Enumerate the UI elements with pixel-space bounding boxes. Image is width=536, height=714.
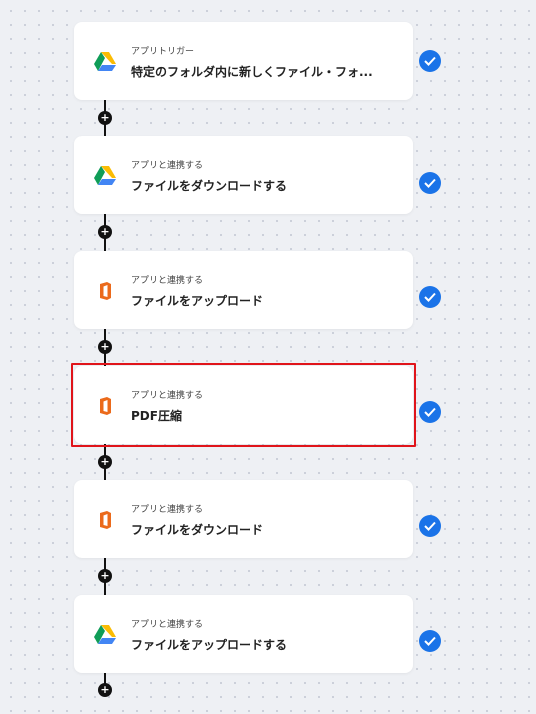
- flow-step-card[interactable]: アプリトリガー 特定のフォルダ内に新しくファイル・フォ...: [74, 22, 413, 100]
- step-subtitle: アプリトリガー: [131, 47, 195, 57]
- step-subtitle: アプリと連携する: [131, 161, 204, 171]
- flow-step-card[interactable]: アプリと連携する ファイルをアップロードする: [74, 595, 413, 673]
- google-drive-icon: [94, 625, 116, 645]
- add-step-button[interactable]: +: [98, 683, 112, 697]
- step-title: ファイルをダウンロードする: [131, 179, 288, 193]
- add-step-button[interactable]: +: [98, 455, 112, 469]
- step-title: ファイルをアップロード: [131, 294, 264, 308]
- completed-check-icon: [419, 630, 441, 652]
- completed-check-icon: [419, 172, 441, 194]
- completed-check-icon: [419, 401, 441, 423]
- step-title: 特定のフォルダ内に新しくファイル・フォ...: [131, 65, 373, 79]
- highlight-box: [71, 363, 416, 447]
- completed-check-icon: [419, 515, 441, 537]
- google-drive-icon: [94, 52, 116, 72]
- add-step-button[interactable]: +: [98, 225, 112, 239]
- step-title: ファイルをダウンロード: [131, 523, 264, 537]
- office-icon: [94, 281, 116, 301]
- step-title: ファイルをアップロードする: [131, 638, 288, 652]
- step-subtitle: アプリと連携する: [131, 620, 204, 630]
- google-drive-icon: [94, 166, 116, 186]
- completed-check-icon: [419, 50, 441, 72]
- add-step-button[interactable]: +: [98, 569, 112, 583]
- flow-step-card[interactable]: アプリと連携する ファイルをダウンロード: [74, 480, 413, 558]
- add-step-button[interactable]: +: [98, 340, 112, 354]
- step-subtitle: アプリと連携する: [131, 276, 204, 286]
- step-subtitle: アプリと連携する: [131, 505, 204, 515]
- flow-step-card[interactable]: アプリと連携する ファイルをダウンロードする: [74, 136, 413, 214]
- add-step-button[interactable]: +: [98, 111, 112, 125]
- completed-check-icon: [419, 286, 441, 308]
- flow-step-card[interactable]: アプリと連携する ファイルをアップロード: [74, 251, 413, 329]
- office-icon: [94, 510, 116, 530]
